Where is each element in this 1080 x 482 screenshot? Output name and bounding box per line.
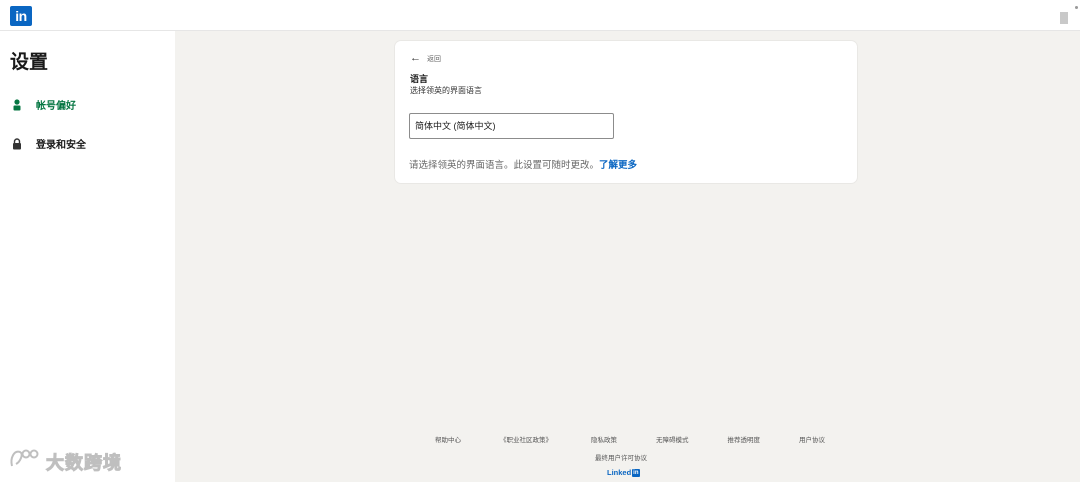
corner-dot-icon: [1075, 6, 1078, 9]
person-icon: [12, 98, 22, 111]
watermark-logo-icon: [8, 446, 42, 477]
sidebar-item-sign-in-security[interactable]: 登录和安全: [12, 136, 86, 151]
lock-icon: [12, 137, 22, 150]
back-button[interactable]: ← 返回: [410, 53, 441, 64]
language-select[interactable]: 简体中文 (简体中文): [409, 113, 614, 139]
footer-link-privacy-policy[interactable]: 隐私政策: [591, 434, 617, 444]
footer-brand-box: in: [632, 468, 640, 477]
back-label: 返回: [427, 55, 441, 63]
footer-linkedin-logo: Linked in: [607, 468, 640, 477]
linkedin-logo[interactable]: in: [10, 6, 32, 26]
footer-link-accessibility[interactable]: 无障碍模式: [656, 434, 689, 444]
section-title: 语言: [410, 74, 429, 84]
footer-link-recommendation-transparency[interactable]: 推荐透明度: [728, 434, 761, 444]
language-note: 请选择领英的界面语言。此设置可随时更改。了解更多: [409, 157, 637, 171]
top-bar: in: [0, 0, 1080, 31]
note-text: 请选择领英的界面语言。此设置可随时更改。: [409, 160, 600, 171]
footer-link-help-center[interactable]: 帮助中心: [435, 434, 461, 444]
sidebar-item-label: 帐号偏好: [36, 101, 76, 112]
watermark: 大数跨境: [8, 446, 122, 477]
language-settings-card: ← 返回 语言 选择领英的界面语言 简体中文 (简体中文) 请选择领英的界面语言…: [395, 41, 857, 183]
sidebar-item-label: 登录和安全: [36, 140, 86, 151]
learn-more-link[interactable]: 了解更多: [599, 160, 637, 171]
footer-link-eula[interactable]: 最终用户许可协议: [595, 452, 647, 462]
footer-brand-text: Linked: [607, 468, 632, 477]
sidebar-item-account-preferences[interactable]: 帐号偏好: [12, 97, 76, 112]
footer-link-community-policies[interactable]: 《职业社区政策》: [500, 434, 552, 444]
arrow-left-icon: ←: [410, 52, 421, 64]
footer-link-user-agreement[interactable]: 用户协议: [799, 434, 825, 444]
settings-title: 设置: [10, 51, 49, 73]
profile-avatar-icon[interactable]: [1060, 12, 1068, 24]
footer-links: 帮助中心 《职业社区政策》 隐私政策 无障碍模式 推荐透明度 用户协议: [435, 434, 825, 444]
watermark-text: 大数跨境: [46, 452, 122, 474]
section-subtitle: 选择领英的界面语言: [410, 86, 482, 95]
settings-sidebar: 设置 帐号偏好 登录和安全: [0, 31, 175, 482]
